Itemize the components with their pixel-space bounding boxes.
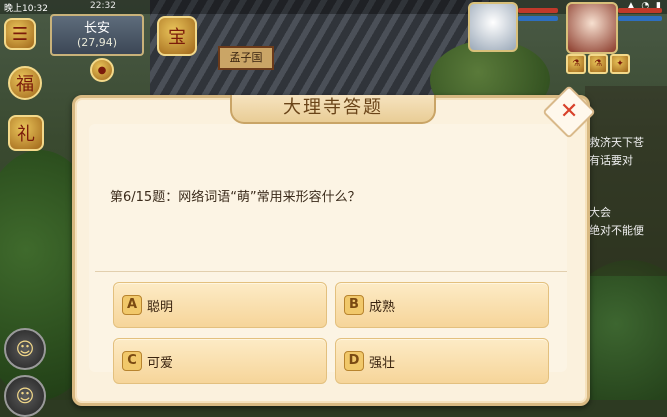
pet-avatar[interactable]	[468, 2, 518, 52]
minimap-location[interactable]: 长安 (27,94)	[50, 14, 144, 56]
gift-icon[interactable]: 礼	[8, 115, 44, 151]
skill-icon[interactable]: ☺	[4, 375, 46, 417]
chat-line: 救济天下苍	[589, 136, 644, 149]
dialog-title-ribbon: 大理寺答题	[230, 95, 436, 124]
menu-icon[interactable]: ☰	[4, 18, 36, 50]
location-coordinates: (27,94)	[76, 36, 118, 49]
map-pin-icon[interactable]: ●	[90, 58, 114, 82]
character-avatar[interactable]	[566, 2, 618, 54]
quiz-dialog: 大理寺答题 ✕ 第6/15题：网络词语“萌”常用来形容什么？ A 聪明 B 成熟…	[72, 85, 596, 406]
quiz-question: 第6/15题：网络词语“萌”常用来形容什么？	[110, 190, 361, 205]
event-icon[interactable]: 福	[8, 66, 42, 100]
buff-icon[interactable]: ⚗	[588, 54, 608, 74]
option-letter: B	[344, 295, 364, 315]
buff-icon[interactable]: ⚗	[566, 54, 586, 74]
palace-plaque: 孟子国	[218, 46, 274, 70]
chat-line: 绝对不能便	[589, 224, 644, 237]
answer-option-d[interactable]: D 强壮	[335, 338, 549, 384]
option-text: 强壮	[369, 355, 396, 371]
system-clock: 晚上10:32	[4, 4, 48, 14]
option-text: 聪明	[147, 299, 174, 315]
option-letter: D	[344, 351, 364, 371]
answer-option-b[interactable]: B 成熟	[335, 282, 549, 328]
chat-line: 大会	[589, 206, 611, 219]
pet-hp-bar	[518, 8, 558, 13]
game-clock: 22:32	[90, 1, 116, 11]
divider	[95, 271, 567, 272]
answer-option-c[interactable]: C 可爱	[113, 338, 327, 384]
answer-option-a[interactable]: A 聪明	[113, 282, 327, 328]
skill-icon[interactable]: ☺	[4, 328, 46, 370]
option-letter: C	[122, 351, 142, 371]
treasure-icon[interactable]: 宝	[157, 16, 197, 56]
character-hp-bar	[618, 8, 662, 13]
location-name: 长安	[83, 21, 110, 36]
chat-panel[interactable]: 救济天下苍 有话要对 大会 绝对不能便	[585, 86, 667, 276]
close-icon: ✕	[559, 99, 579, 124]
buff-icon[interactable]: ✦	[610, 54, 630, 74]
option-text: 可爱	[147, 355, 174, 371]
chat-line: 有话要对	[589, 154, 633, 167]
character-mp-bar	[618, 16, 662, 21]
dialog-title: 大理寺答题	[283, 97, 383, 118]
quiz-content-panel	[89, 124, 567, 372]
option-text: 成熟	[369, 299, 396, 315]
option-letter: A	[122, 295, 142, 315]
pet-mp-bar	[518, 16, 558, 21]
